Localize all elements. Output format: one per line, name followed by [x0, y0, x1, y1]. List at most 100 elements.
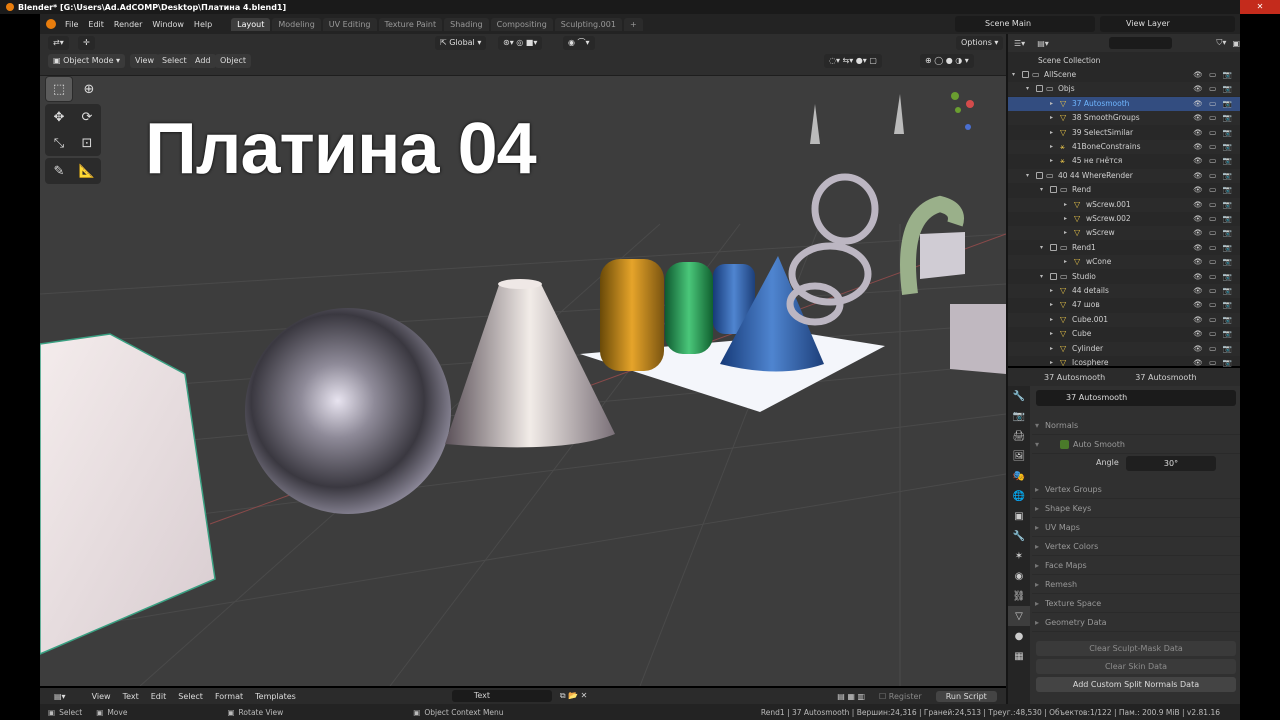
expand-arrow-icon[interactable]: ▸ — [1050, 342, 1053, 356]
texture-tab-icon[interactable]: ▦ — [1008, 646, 1030, 666]
outliner-row[interactable]: ▾ ▭ 40 44 WhereRender 👁 ▭ 📷 — [1008, 168, 1240, 183]
visibility-toggle-icons[interactable]: 👁 ▭ 📷 — [1193, 111, 1234, 125]
expand-arrow-icon[interactable]: ▾ — [1026, 169, 1029, 183]
view-layer-tab-icon[interactable]: 🖼 — [1008, 446, 1030, 466]
auto-smooth-subpanel[interactable]: Auto Smooth — [1032, 435, 1240, 454]
register-checkbox[interactable]: ☐ Register — [879, 692, 922, 701]
exclude-checkbox[interactable] — [1050, 186, 1057, 194]
section-shape-keys[interactable]: Shape Keys — [1032, 499, 1240, 518]
view-layer-selector[interactable]: View Layer — [1100, 16, 1235, 32]
expand-arrow-icon[interactable]: ▸ — [1050, 111, 1053, 125]
options-dropdown[interactable]: Options ▾ — [956, 36, 1004, 50]
expand-arrow-icon[interactable]: ▸ — [1064, 226, 1067, 240]
select-box-tool-icon[interactable]: ⬚ — [46, 77, 72, 101]
visibility-toggle-icons[interactable]: 👁 ▭ 📷 — [1193, 255, 1234, 269]
menu-view[interactable]: View — [130, 54, 159, 68]
filter-icon[interactable]: ⛉▾ — [1216, 38, 1226, 48]
tab-sculpting[interactable]: Sculpting.001 — [554, 17, 622, 31]
tab-texture-paint[interactable]: Texture Paint — [378, 17, 443, 31]
outliner-row[interactable]: ▸ ▽ wCone 👁 ▭ 📷 — [1008, 255, 1240, 270]
text-editor-type-icon[interactable]: ▤▾ — [48, 692, 72, 701]
expand-arrow-icon[interactable]: ▸ — [1050, 327, 1053, 341]
te-menu-text[interactable]: Text — [117, 692, 145, 701]
text-datablock-icons[interactable]: ⧉ 📂 ✕ — [560, 691, 587, 701]
transform-pivot-icon[interactable]: ✛ — [78, 36, 95, 50]
section-geometry-data[interactable]: Geometry Data — [1032, 613, 1240, 632]
world-tab-icon[interactable]: 🌐 — [1008, 486, 1030, 506]
expand-arrow-icon[interactable]: ▾ — [1040, 241, 1043, 255]
visibility-toggle-icons[interactable]: 👁 ▭ 📷 — [1193, 284, 1234, 298]
expand-arrow-icon[interactable]: ▸ — [1064, 198, 1067, 212]
scene-tab-icon[interactable]: 🎭 — [1008, 466, 1030, 486]
outliner-row[interactable]: ▾ ▭ Objs 👁 ▭ 📷 — [1008, 82, 1240, 97]
visibility-toggle-icons[interactable]: 👁 ▭ 📷 — [1193, 298, 1234, 312]
normals-section[interactable]: Normals — [1032, 416, 1240, 435]
expand-arrow-icon[interactable]: ▸ — [1050, 154, 1053, 168]
annotate-tool-icon[interactable]: ✎ — [46, 159, 72, 183]
tab-layout[interactable]: Layout — [231, 17, 271, 31]
outliner-editor-icon[interactable]: ☰▾ — [1014, 39, 1025, 48]
expand-arrow-icon[interactable]: ▸ — [1050, 298, 1053, 312]
constraints-tab-icon[interactable]: ⛓ — [1008, 586, 1030, 606]
visibility-toggle-icons[interactable]: 👁 ▭ 📷 — [1193, 126, 1234, 140]
expand-arrow-icon[interactable]: ▾ — [1012, 68, 1015, 82]
tab-shading[interactable]: Shading — [444, 17, 489, 31]
outliner-row[interactable]: ▾ ▭ AllScene 👁 ▭ 📷 — [1008, 68, 1240, 82]
outliner-row[interactable]: ▸ ▽ 47 шов 👁 ▭ 📷 — [1008, 298, 1240, 312]
outliner-row[interactable]: ▸ ⚹ 45 не гнётся 👁 ▭ 📷 — [1008, 154, 1240, 168]
expand-arrow-icon[interactable]: ▸ — [1050, 313, 1053, 327]
navigation-gizmo[interactable] — [951, 92, 974, 130]
mode-dropdown[interactable]: ▣ Object Mode ▾ — [48, 54, 126, 68]
visibility-toggle-icons[interactable]: 👁 ▭ 📷 — [1193, 169, 1234, 183]
text-display-icons[interactable]: ▤ ▦ ▥ — [837, 692, 865, 701]
outliner-row[interactable]: ▸ ▽ Cylinder 👁 ▭ 📷 — [1008, 341, 1240, 356]
tool-tab-icon[interactable]: 🔧 — [1008, 386, 1030, 406]
visibility-icons[interactable]: ◌▾ ⇆▾ ●▾ ▢ — [824, 54, 882, 68]
te-menu-format[interactable]: Format — [209, 692, 249, 701]
add-workspace-button[interactable]: + — [623, 17, 643, 31]
expand-arrow-icon[interactable]: ▾ — [1026, 82, 1029, 96]
visibility-toggle-icons[interactable]: 👁 ▭ 📷 — [1193, 183, 1234, 197]
outliner-search-input[interactable] — [1108, 37, 1173, 49]
render-tab-icon[interactable]: 📷 — [1008, 406, 1030, 426]
expand-arrow-icon[interactable]: ▸ — [1050, 126, 1053, 140]
menu-edit[interactable]: Edit — [83, 20, 109, 29]
expand-arrow-icon[interactable]: ▸ — [1064, 212, 1067, 226]
run-script-button[interactable]: Run Script — [935, 690, 997, 702]
shading-mode-icons[interactable]: ⊕ ◯ ● ◑ ▾ — [920, 54, 974, 68]
outliner-row[interactable]: ▸ ▽ wScrew 👁 ▭ 📷 — [1008, 226, 1240, 241]
expand-arrow-icon[interactable]: ▸ — [1050, 140, 1053, 154]
outliner-row[interactable]: ▸ ⚹ 41BoneConstrains 👁 ▭ 📷 — [1008, 140, 1240, 154]
te-menu-view[interactable]: View — [86, 692, 117, 701]
proportional-edit-icon[interactable]: ◉ ⌒▾ — [563, 36, 595, 50]
new-collection-icon[interactable]: ▣ — [1232, 39, 1240, 48]
object-tab-icon[interactable]: ▣ — [1008, 506, 1030, 526]
visibility-toggle-icons[interactable]: 👁 ▭ 📷 — [1193, 68, 1234, 82]
visibility-toggle-icons[interactable]: 👁 ▭ 📷 — [1193, 154, 1234, 168]
outliner-row[interactable]: ▾ ▭ Studio 👁 ▭ 📷 — [1008, 270, 1240, 284]
clear-skin-data-button[interactable]: Clear Skin Data — [1036, 659, 1236, 674]
expand-arrow-icon[interactable]: ▸ — [1050, 284, 1053, 298]
angle-field[interactable]: 30° — [1126, 456, 1216, 471]
expand-arrow-icon[interactable]: ▾ — [1040, 183, 1043, 197]
modifier-tab-icon[interactable]: 🔧 — [1008, 526, 1030, 546]
menu-window[interactable]: Window — [147, 20, 189, 29]
visibility-toggle-icons[interactable]: 👁 ▭ 📷 — [1193, 82, 1234, 96]
window-close-button[interactable]: ✕ — [1240, 0, 1280, 14]
visibility-toggle-icons[interactable]: 👁 ▭ 📷 — [1193, 313, 1234, 327]
mesh-name-field[interactable]: 37 Autosmooth — [1036, 390, 1236, 406]
section-texture-space[interactable]: Texture Space — [1032, 594, 1240, 613]
section-vertex-colors[interactable]: Vertex Colors — [1032, 537, 1240, 556]
outliner-row[interactable]: ▸ ▽ wScrew.001 👁 ▭ 📷 — [1008, 197, 1240, 212]
rotate-tool-icon[interactable]: ⟳ — [74, 105, 100, 129]
outliner-row[interactable]: ▸ ▽ 37 Autosmooth 👁 ▭ 📷 — [1008, 96, 1240, 111]
menu-object[interactable]: Object — [215, 54, 252, 68]
menu-select[interactable]: Select — [157, 54, 192, 68]
exclude-checkbox[interactable] — [1022, 71, 1029, 78]
mesh-data-tab-icon[interactable]: ▽ — [1008, 606, 1030, 626]
exclude-checkbox[interactable] — [1036, 85, 1043, 93]
scale-tool-icon[interactable]: ⤡ — [46, 131, 72, 155]
outliner-row[interactable]: ▾ ▭ Rend1 👁 ▭ 📷 — [1008, 241, 1240, 255]
snap-icons[interactable]: ⊛▾ ◎ ■▾ — [498, 36, 543, 50]
output-tab-icon[interactable]: 🖨 — [1008, 426, 1030, 446]
